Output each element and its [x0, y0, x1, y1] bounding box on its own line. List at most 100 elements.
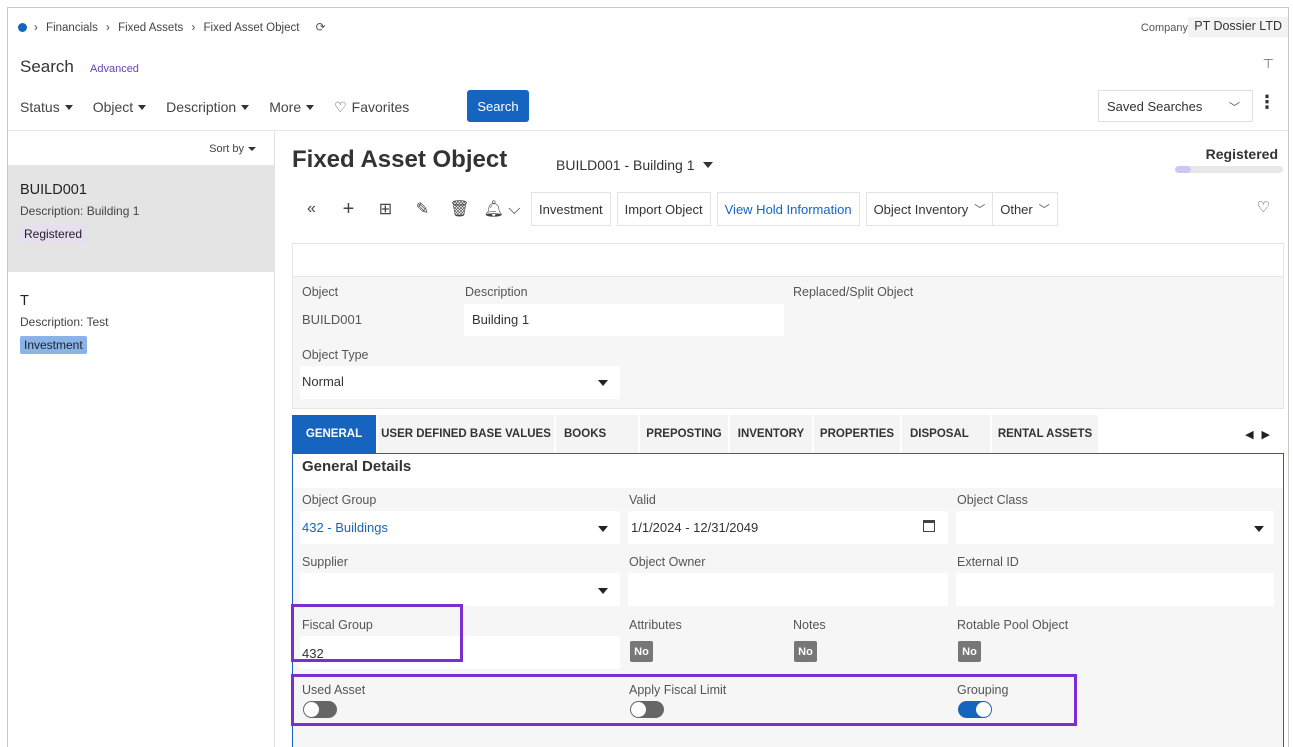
object-inventory-menu[interactable]: Object Inventory ﹀: [865, 192, 993, 226]
object-class-label: Object Class: [957, 493, 1028, 507]
status-progress-bar: [1175, 166, 1283, 173]
caret-down-icon: [138, 104, 147, 110]
chevron-down-icon: ﹀: [1038, 204, 1050, 216]
add-icon[interactable]: +: [335, 198, 362, 221]
filter-object[interactable]: Object: [93, 97, 147, 117]
highlight-toggles: [291, 674, 1077, 726]
tab-inventory[interactable]: INVENTORY: [730, 415, 812, 453]
replaced-split-object-label: Replaced/Split Object: [793, 285, 914, 299]
refresh-icon[interactable]: ⟳: [316, 20, 326, 34]
calendar-icon[interactable]: [923, 520, 935, 532]
supplier-label: Supplier: [302, 555, 348, 569]
record-list: Sort by BUILD001 Description: Building 1…: [8, 131, 275, 747]
filter-status[interactable]: Status: [20, 97, 73, 117]
object-group-value[interactable]: 432 - Buildings: [302, 520, 388, 535]
record-selector[interactable]: BUILD001 - Building 1: [556, 157, 713, 173]
command-toolbar: « + ⊞ ✎ 🗑 🔔︎ ⌵ Investment Import Object …: [298, 192, 1064, 226]
filter-favorites[interactable]: ♡ Favorites: [334, 97, 409, 117]
list-item[interactable]: T Description: Test Investment: [8, 272, 275, 362]
breadcrumb-fixed-asset-object[interactable]: Fixed Asset Object: [204, 22, 300, 34]
tab-disposal[interactable]: DISPOSAL: [902, 415, 990, 453]
external-id-field[interactable]: [956, 573, 1274, 606]
import-object-button[interactable]: Import Object: [616, 192, 711, 226]
object-type-select[interactable]: [300, 366, 620, 399]
caret-down-icon: [702, 162, 713, 168]
notes-badge[interactable]: No: [794, 641, 817, 662]
search-button[interactable]: Search: [467, 90, 529, 122]
tab-bar: GENERAL USER DEFINED BASE VALUES BOOKS P…: [292, 415, 1284, 453]
breadcrumb: › Financials › Fixed Assets › Fixed Asse…: [34, 20, 326, 34]
breadcrumb-financials[interactable]: Financials: [46, 22, 98, 34]
delete-icon[interactable]: 🗑: [446, 199, 473, 219]
bell-icon[interactable]: 🔔︎ ⌵: [483, 199, 521, 219]
tab-scroll-arrows: ◀▶: [1245, 428, 1278, 441]
other-menu[interactable]: Other ﹀: [992, 192, 1058, 226]
notes-label: Notes: [793, 618, 826, 632]
chevron-down-icon: ﹀: [974, 204, 986, 216]
chevron-down-icon: ﹀: [1229, 102, 1240, 114]
filter-more[interactable]: More: [269, 97, 315, 117]
caret-down-icon: [1254, 526, 1264, 532]
tab-user-defined-base-values[interactable]: USER DEFINED BASE VALUES: [378, 415, 554, 453]
tab-properties[interactable]: PROPERTIES: [814, 415, 900, 453]
duplicate-icon[interactable]: ⊞: [372, 199, 399, 219]
caret-down-icon: [306, 104, 315, 110]
valid-value: 1/1/2024 - 12/31/2049: [631, 520, 759, 535]
section-title: General Details: [302, 458, 412, 475]
tab-general[interactable]: GENERAL: [292, 415, 376, 453]
object-class-select[interactable]: [956, 511, 1274, 544]
view-hold-information-button[interactable]: View Hold Information: [716, 192, 860, 226]
filter-description[interactable]: Description: [166, 97, 250, 117]
advanced-search-link[interactable]: Advanced: [90, 63, 139, 75]
caret-down-icon: [598, 380, 608, 386]
description-value: Building 1: [472, 312, 530, 327]
sort-by-button[interactable]: Sort by: [209, 143, 256, 155]
filter-bar: Status Object Description More ♡ Favorite…: [20, 97, 409, 117]
edit-icon[interactable]: ✎: [409, 199, 436, 219]
object-owner-field[interactable]: [628, 573, 948, 606]
external-id-label: External ID: [957, 555, 1019, 569]
tab-preposting[interactable]: PREPOSTING: [640, 415, 728, 453]
more-options-icon[interactable]: ⋮: [1258, 93, 1276, 111]
object-type-value: Normal: [302, 374, 344, 389]
valid-label: Valid: [629, 493, 656, 507]
caret-down-icon: [598, 526, 608, 532]
arrow-right-icon[interactable]: ▶: [1262, 429, 1278, 441]
company-label: Company: [1140, 22, 1188, 34]
caret-down-icon: [64, 104, 73, 110]
page-title: Fixed Asset Object: [292, 146, 508, 173]
saved-searches-select[interactable]: Saved Searches ﹀: [1098, 90, 1253, 122]
attributes-label: Attributes: [629, 618, 682, 632]
home-icon[interactable]: [18, 23, 27, 32]
heart-icon: ♡: [334, 98, 347, 115]
rotable-pool-object-label: Rotable Pool Object: [957, 618, 1069, 632]
arrow-left-icon[interactable]: ◀: [1245, 429, 1261, 441]
list-item-description: Description: Test: [20, 315, 109, 329]
object-type-label: Object Type: [302, 348, 369, 362]
object-owner-label: Object Owner: [629, 555, 706, 569]
caret-down-icon: [248, 147, 256, 151]
breadcrumb-fixed-assets[interactable]: Fixed Assets: [118, 22, 183, 34]
status-label: Registered: [1205, 146, 1278, 162]
investment-button[interactable]: Investment: [531, 192, 611, 226]
highlight-fiscal-group: [291, 604, 463, 662]
pin-icon[interactable]: ⊤: [1263, 56, 1274, 72]
tab-books[interactable]: BOOKS: [556, 415, 638, 453]
tab-rental-assets[interactable]: RENTAL ASSETS: [992, 415, 1098, 453]
object-group-label: Object Group: [302, 493, 377, 507]
status-badge: Investment: [20, 336, 87, 354]
object-label: Object: [302, 285, 339, 299]
company-selector[interactable]: PT Dossier LTD: [1188, 17, 1288, 37]
object-value: BUILD001: [302, 312, 362, 327]
attributes-badge[interactable]: No: [630, 641, 653, 662]
rotable-pool-badge[interactable]: No: [958, 641, 981, 662]
search-title: Search: [20, 57, 74, 76]
collapse-icon[interactable]: «: [298, 200, 325, 218]
caret-down-icon: [241, 104, 250, 110]
description-label: Description: [465, 285, 528, 299]
favorite-heart-icon[interactable]: ♡: [1257, 198, 1270, 216]
list-item-id: T: [20, 293, 29, 309]
list-item[interactable]: BUILD001 Description: Building 1 Registe…: [8, 165, 275, 272]
list-item-description: Description: Building 1: [20, 204, 140, 218]
supplier-select[interactable]: [300, 573, 620, 606]
